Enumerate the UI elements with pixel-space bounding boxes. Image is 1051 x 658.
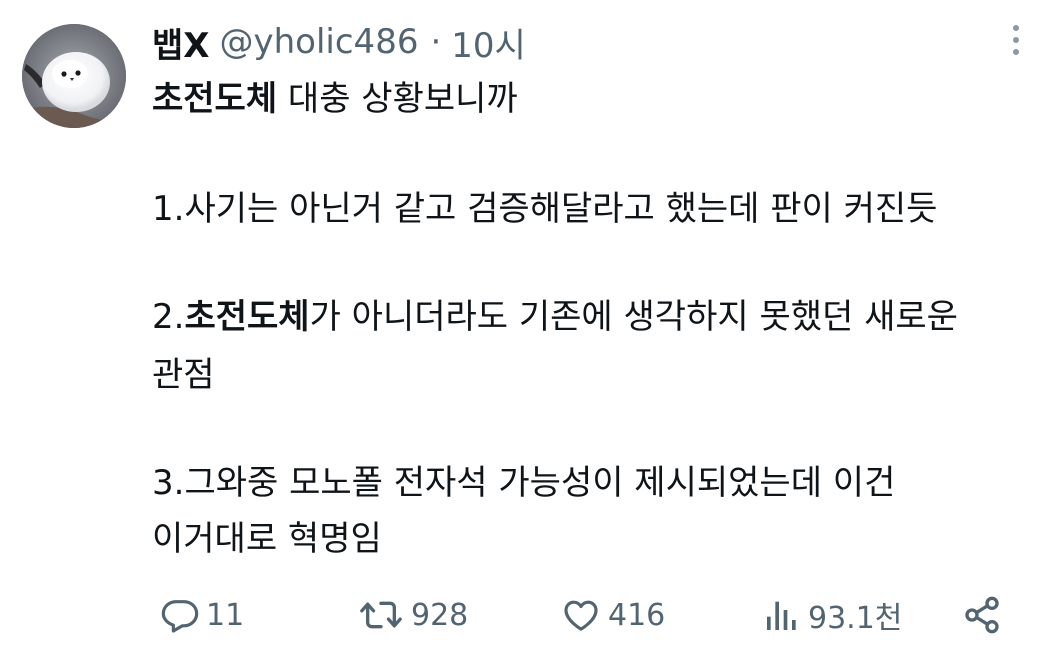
tweet-text-line: 1.사기는 아닌거 같고 검증해달라고 했는데 판이 커진듯: [152, 189, 938, 229]
like-button[interactable]: 416: [560, 590, 665, 640]
share-button[interactable]: [962, 590, 1002, 640]
more-dots-icon: [1013, 37, 1019, 43]
tweet-text-line: 3.그와중 모노폴 전자석 가능성이 제시되었는데 이건: [152, 463, 896, 503]
view-count: 93.1천: [808, 601, 903, 636]
tweet-header: 뱁X @yholic486 · 10시: [152, 18, 526, 66]
tweet-text-line: 이거대로 혁명임: [152, 519, 382, 559]
tweet-card: 뱁X @yholic486 · 10시 초전도체 대충 상황보니까 1.사기는 …: [0, 0, 1051, 658]
text-span: 2.: [152, 297, 185, 337]
dot-separator: ·: [430, 22, 442, 62]
like-count: 416: [608, 597, 666, 633]
more-dots-icon: [1013, 25, 1019, 31]
reply-button[interactable]: 11: [160, 590, 244, 640]
share-icon: [965, 596, 999, 634]
views-button[interactable]: 93.1천: [762, 590, 902, 640]
retweet-count: 928: [411, 597, 469, 633]
keyword-highlight: 초전도체: [152, 79, 278, 119]
retweet-button[interactable]: 928: [357, 590, 468, 640]
text-span: 대충 상황보니까: [277, 79, 518, 119]
avatar[interactable]: [22, 24, 126, 128]
tweet-text-line: 2.초전도체가 아니더라도 기존에 생각하지 못했던 새로운: [152, 296, 958, 338]
user-handle[interactable]: @yholic486: [220, 22, 419, 62]
bar-chart-icon: [767, 601, 796, 630]
keyword-highlight: 초전도체: [184, 297, 310, 337]
display-name[interactable]: 뱁X: [152, 18, 210, 67]
retweet-icon: [360, 601, 402, 629]
more-options-button[interactable]: [996, 20, 1036, 60]
more-dots-icon: [1013, 49, 1019, 55]
action-bar: 11 928 416 93.1천: [0, 590, 1051, 640]
heart-icon: [564, 600, 598, 631]
timestamp[interactable]: 10시: [451, 18, 526, 67]
tweet-text-line: 초전도체 대충 상황보니까: [152, 78, 518, 120]
reply-count: 11: [206, 597, 245, 633]
reply-bubble-icon: [161, 600, 199, 633]
tweet-text-line: 관점: [152, 355, 215, 395]
text-span: 가 아니더라도 기존에 생각하지 못했던 새로운: [309, 297, 958, 337]
bird-avatar-image: [22, 24, 126, 128]
